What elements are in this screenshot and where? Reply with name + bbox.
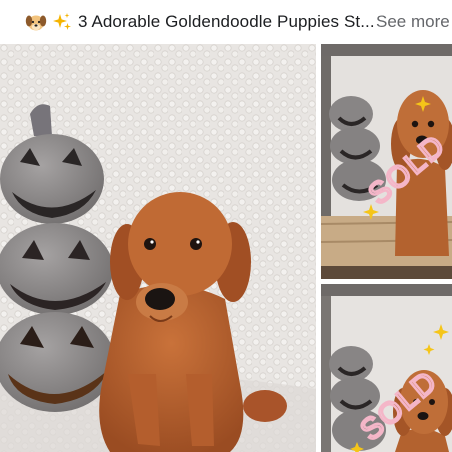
post-header: 3 Adorable Goldendoodle Puppies St... Se… bbox=[0, 0, 452, 44]
sold-puppy-photo-1[interactable]: SOLD bbox=[321, 44, 452, 279]
see-more-link[interactable]: See more bbox=[376, 12, 450, 32]
sparkles-icon bbox=[53, 13, 71, 30]
dog-face-icon bbox=[25, 15, 47, 31]
sold-puppy-photo-2[interactable]: SOLD bbox=[321, 284, 452, 452]
main-puppy-photo[interactable] bbox=[0, 44, 316, 452]
post-title: 3 Adorable Goldendoodle Puppies St... bbox=[78, 12, 375, 31]
